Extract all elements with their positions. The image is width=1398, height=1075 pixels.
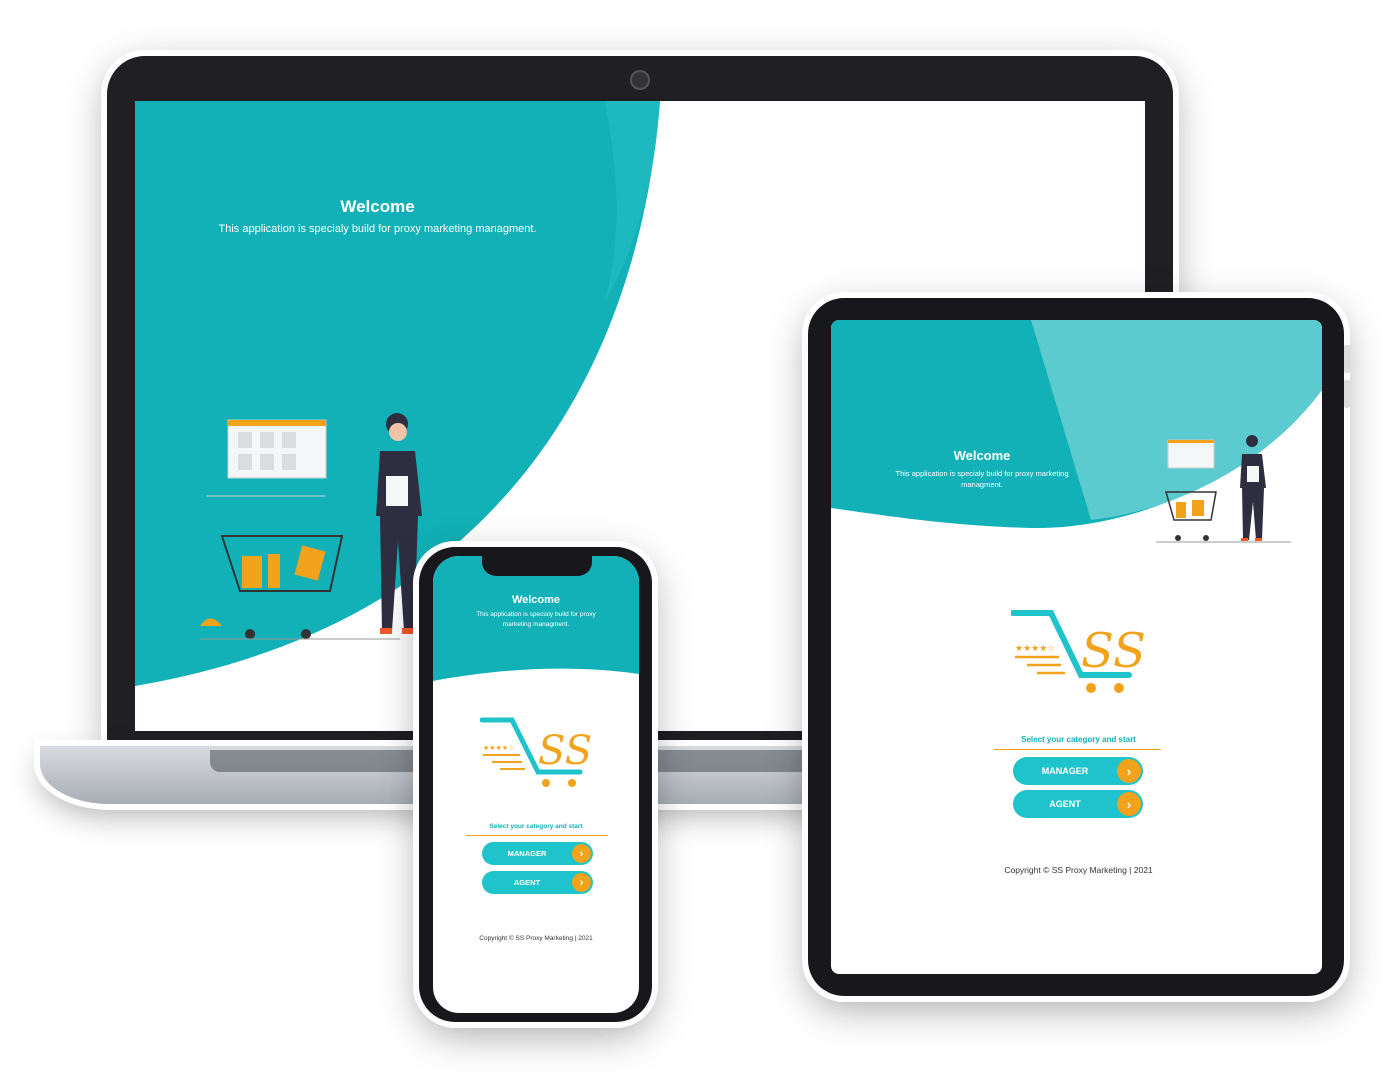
welcome-title: Welcome <box>340 197 415 216</box>
select-category-label: Select your category and start <box>489 823 583 830</box>
welcome-text: This application is specialy build for p… <box>476 611 596 628</box>
select-category-label: Select your category and start <box>1021 735 1136 744</box>
phone-screen: Welcome This application is specialy bui… <box>433 556 639 1013</box>
chevron-right-icon: › <box>1117 759 1141 783</box>
chevron-right-icon: › <box>572 844 591 863</box>
welcome-title: Welcome <box>953 448 1011 463</box>
tablet-button <box>1344 345 1350 373</box>
phone-notch <box>482 556 592 576</box>
svg-text:★★★★☆: ★★★★☆ <box>1015 644 1055 654</box>
camera-icon <box>630 70 650 90</box>
svg-text:★★★★☆: ★★★★☆ <box>483 744 514 752</box>
divider <box>466 835 608 836</box>
copyright-text: Copyright © SS Proxy Marketing | 2021 <box>479 935 593 942</box>
manager-button-label: MANAGER <box>507 849 547 858</box>
agent-button-label: AGENT <box>1049 799 1081 809</box>
svg-text:SS: SS <box>1081 623 1146 679</box>
tablet-screen: Welcome This application is specialy bui… <box>831 320 1322 974</box>
manager-button[interactable]: MANAGER › <box>482 842 593 865</box>
welcome-title: Welcome <box>511 594 561 606</box>
svg-text:SS: SS <box>538 728 592 774</box>
chevron-right-icon: › <box>572 873 591 892</box>
tablet-button <box>1344 380 1350 408</box>
chevron-right-icon: › <box>1117 792 1141 816</box>
ss-logo: ★★★★☆ SS <box>480 717 592 787</box>
welcome-text: This application is specialy build for p… <box>218 223 537 235</box>
manager-button[interactable]: MANAGER › <box>1013 757 1143 785</box>
shopping-illustration <box>1156 435 1291 543</box>
copyright-text: Copyright © SS Proxy Marketing | 2021 <box>1004 865 1153 875</box>
agent-button[interactable]: AGENT › <box>1013 790 1143 818</box>
divider <box>994 749 1161 750</box>
welcome-text: This application is specialy build for p… <box>895 469 1069 489</box>
manager-button-label: MANAGER <box>1041 766 1089 776</box>
agent-button[interactable]: AGENT › <box>482 871 593 894</box>
agent-button-label: AGENT <box>513 878 541 887</box>
ss-logo: ★★★★☆ SS <box>1011 610 1146 693</box>
